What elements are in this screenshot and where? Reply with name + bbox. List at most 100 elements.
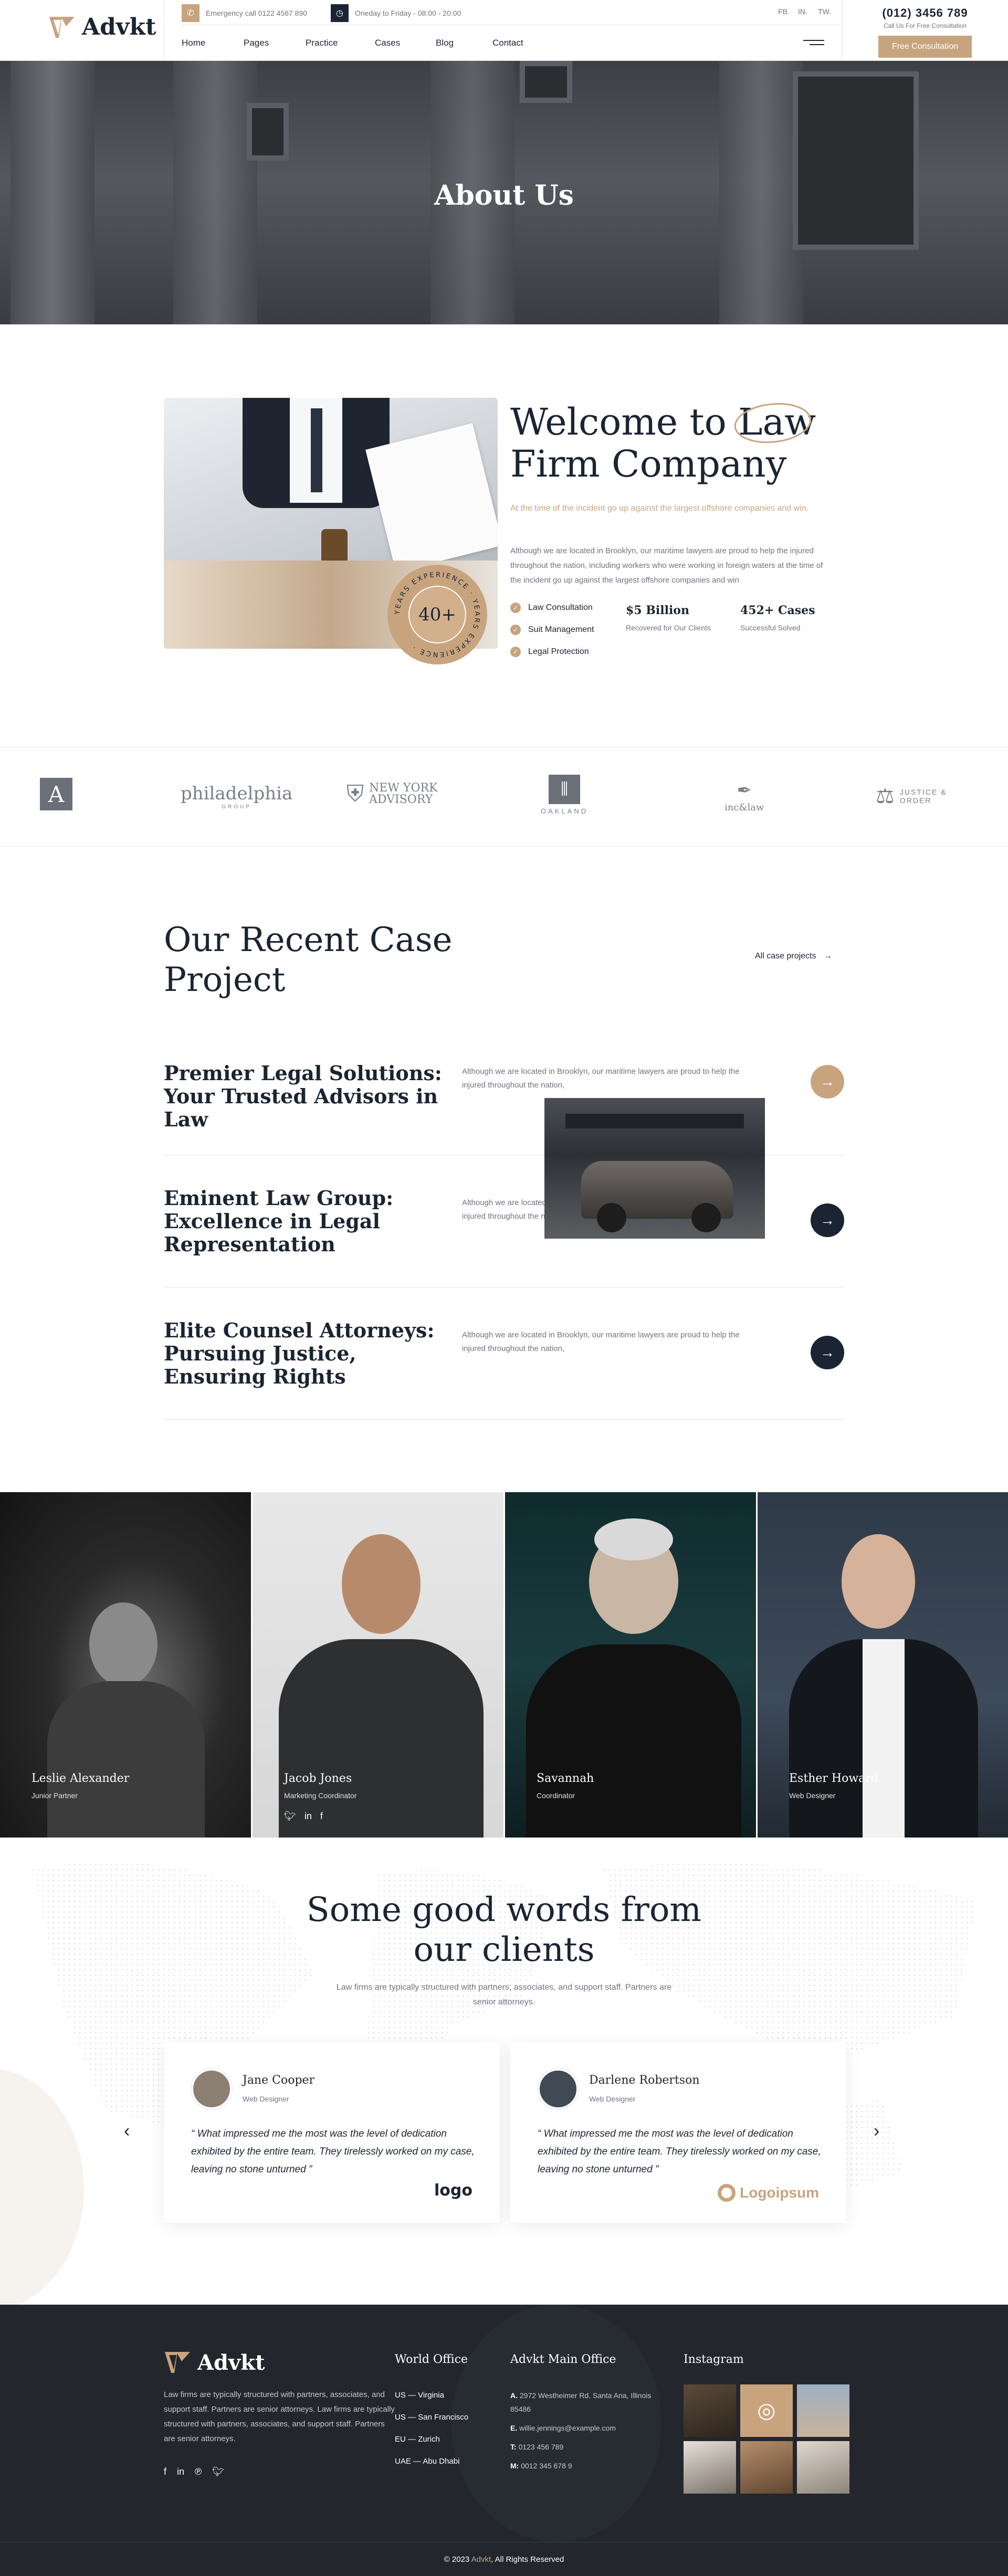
link-label: All case projects <box>755 952 816 960</box>
phone-subtitle: Call Us For Free Consultation <box>883 22 967 29</box>
emergency-call[interactable]: ✆ Emergency call 0122 4567 890 <box>182 4 307 22</box>
member-body <box>47 1681 205 1838</box>
brand-name: Advkt <box>197 2350 265 2375</box>
arrow-right-icon[interactable]: → <box>811 1336 844 1369</box>
detail-key: T: <box>510 2443 517 2451</box>
copyright: © 2023 Advkt, All Rights Reserved <box>0 2542 1008 2576</box>
brand-name: Advkt <box>82 14 156 40</box>
partner-name: JUSTICE & ORDER <box>899 788 947 805</box>
arrow-right-icon[interactable]: → <box>811 1065 844 1099</box>
partner-logo-inclaw[interactable]: ✒ inc&law <box>724 780 764 813</box>
logo-circle-icon <box>718 2184 736 2202</box>
case-item[interactable]: Elite Counsel Attorneys: Pursuing Justic… <box>164 1287 844 1420</box>
linkedin-icon[interactable]: in <box>177 2466 184 2477</box>
check-icon: ✓ <box>510 603 521 613</box>
pinterest-icon[interactable]: ℗ <box>195 2466 202 2477</box>
partner-logo-oakland[interactable]: ⫼ OAKLAND <box>541 775 588 815</box>
all-cases-link[interactable]: All case projects → <box>755 952 832 961</box>
partner-a-mark: A <box>40 778 72 810</box>
member-role: Web Designer <box>789 1791 836 1800</box>
team-member-card[interactable]: Savannah Coordinator <box>505 1492 756 1838</box>
mobile-link[interactable]: 0012 345 678 9 <box>521 2462 572 2470</box>
member-name: Savannah <box>537 1772 594 1785</box>
partner-logo-philadelphia[interactable]: philadelphia GROUP <box>181 783 292 810</box>
twitter-link[interactable]: TW. <box>818 7 831 16</box>
member-head <box>89 1602 158 1686</box>
twitter-icon[interactable]: 🐦︎ <box>212 2466 224 2477</box>
case-title[interactable]: Elite Counsel Attorneys: Pursuing Justic… <box>164 1319 447 1388</box>
nav-practice[interactable]: Practice <box>306 38 338 48</box>
photo-tie <box>311 408 322 492</box>
email-link[interactable]: willie.jennings@example.com <box>519 2424 616 2432</box>
member-hair <box>594 1518 673 1560</box>
phone-number[interactable]: (012) 3456 789 <box>842 6 1008 20</box>
case-title[interactable]: Premier Legal Solutions: Your Trusted Ad… <box>164 1062 447 1131</box>
instagram-photo[interactable] <box>684 2441 736 2494</box>
brand[interactable]: Advkt <box>48 14 156 40</box>
member-name: Jacob Jones <box>284 1772 352 1785</box>
member-body <box>526 1644 741 1838</box>
svg-text:YEARS EXPERIENCE · YEARS EXPER: YEARS EXPERIENCE · YEARS EXPERIENCE · <box>394 571 481 658</box>
partner-sub: GROUP <box>222 804 251 810</box>
member-role: Junior Partner <box>32 1791 78 1800</box>
facebook-icon[interactable]: f <box>164 2466 166 2477</box>
scales-logo-icon <box>165 2352 190 2373</box>
check-icon: ✓ <box>510 647 521 657</box>
case-title[interactable]: Eminent Law Group: Excellence in Legal R… <box>164 1187 447 1256</box>
nav-pages[interactable]: Pages <box>244 38 269 48</box>
team-section: Leslie Alexander Junior Partner Jacob Jo… <box>0 1492 1008 1838</box>
facebook-link[interactable]: FB. <box>778 7 790 16</box>
nav-contact[interactable]: Contact <box>492 38 523 48</box>
stat-value: 452+ Cases <box>740 604 815 617</box>
footer-social: f in ℗ 🐦︎ <box>164 2466 224 2477</box>
case-description: Although we are located in Brooklyn, our… <box>462 1067 740 1090</box>
nav-cases[interactable]: Cases <box>375 38 400 48</box>
nav-home[interactable]: Home <box>182 38 205 48</box>
office-link[interactable]: US — San Francisco <box>395 2406 468 2429</box>
instagram-photo[interactable] <box>797 2441 849 2494</box>
instagram-icon[interactable]: ◎ <box>740 2384 793 2437</box>
instagram-photo[interactable] <box>797 2384 849 2437</box>
stat-cases: 452+ Cases Successful Solved <box>740 604 815 632</box>
client-role: Web Designer <box>243 2095 289 2103</box>
arrow-right-icon[interactable]: → <box>811 1203 844 1237</box>
team-member-card[interactable]: Esther Howard Web Designer <box>758 1492 1008 1838</box>
instagram-photo[interactable] <box>684 2384 736 2437</box>
team-member-card[interactable]: Jacob Jones Marketing Coordinator 🐦︎ in f <box>253 1492 503 1838</box>
phone-link[interactable]: 0123 456 789 <box>519 2443 564 2451</box>
menu-toggle-icon[interactable] <box>803 40 824 48</box>
footer-brand[interactable]: Advkt <box>164 2350 265 2375</box>
partner-logo-justice[interactable]: ⚖ JUSTICE & ORDER <box>876 784 950 808</box>
arrow-left-icon[interactable]: ‹ <box>124 2121 130 2141</box>
partner-name: OAKLAND <box>541 807 589 815</box>
partner-name: NEW YORK ADVISORY <box>369 782 438 806</box>
stat-value: $5 Billion <box>626 604 689 617</box>
client-name: Jane Cooper <box>243 2074 315 2087</box>
cases-title: Our Recent Case Project <box>164 921 453 999</box>
partner-logo-newyork[interactable]: ⛨ NEW YORK ADVISORY <box>346 781 453 807</box>
member-social: 🐦︎ in f <box>284 1811 323 1822</box>
office-link[interactable]: EU — Zurich <box>395 2429 468 2451</box>
world-office-heading: World Office <box>395 2353 468 2366</box>
office-link[interactable]: US — Virginia <box>395 2384 468 2406</box>
address-text: 2972 Westheimer Rd. Santa Ana, Illinois … <box>510 2391 652 2413</box>
partner-logo-a[interactable]: A <box>40 778 72 810</box>
office-link[interactable]: UAE — Abu Dhabi <box>395 2451 468 2473</box>
free-consultation-button[interactable]: Free Consultation <box>878 36 972 58</box>
nav-blog[interactable]: Blog <box>436 38 454 48</box>
service-checklist: ✓ Law Consultation ✓ Suit Management ✓ Lega… <box>510 603 594 669</box>
instagram-link[interactable]: IN. <box>798 7 807 16</box>
linkedin-icon[interactable]: in <box>304 1811 312 1822</box>
pillar-icon: ⫼ <box>549 775 581 804</box>
arrow-right-icon[interactable]: › <box>874 2121 879 2141</box>
team-member-card[interactable]: Leslie Alexander Junior Partner <box>0 1492 251 1838</box>
member-name: Esther Howard <box>789 1772 878 1785</box>
detail-key: A. <box>510 2391 518 2400</box>
facebook-icon[interactable]: f <box>320 1811 323 1822</box>
twitter-icon[interactable]: 🐦︎ <box>284 1811 296 1822</box>
page-hero: About Us <box>0 61 1008 324</box>
site-footer: Advkt Law firms are typically structured… <box>0 2305 1008 2576</box>
copyright-brand-link[interactable]: Advkt <box>471 2555 491 2564</box>
instagram-photo[interactable] <box>740 2441 793 2494</box>
copyright-text: © 2023 <box>444 2555 471 2564</box>
